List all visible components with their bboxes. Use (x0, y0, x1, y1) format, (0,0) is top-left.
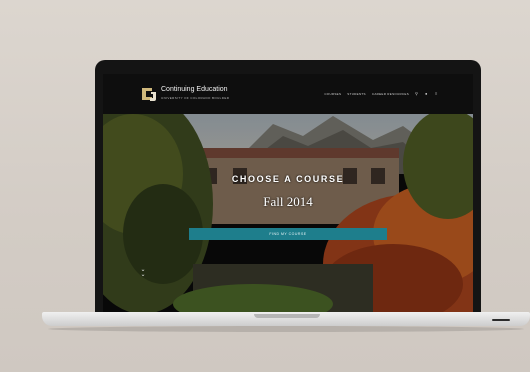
laptop-screen: Continuing Education UNIVERSITY OF COLOR… (103, 74, 473, 312)
search-icon[interactable]: ⚲ (415, 92, 419, 96)
nav-item-courses[interactable]: COURSES (324, 92, 341, 96)
brand-title[interactable]: Continuing Education (161, 86, 228, 94)
main-nav: COURSES STUDENTS CAREER RESOURCES ⚲ ● ≡ (324, 92, 439, 97)
nav-item-career-resources[interactable]: CAREER RESOURCES (372, 92, 409, 96)
hero-headline: CHOOSE A COURSE (231, 174, 345, 184)
laptop-shadow (48, 326, 524, 332)
laptop-edge (492, 319, 510, 321)
laptop-notch (254, 314, 320, 318)
hero-photo (103, 114, 473, 312)
site-header: Continuing Education UNIVERSITY OF COLOR… (103, 74, 473, 114)
chevron-down-icon[interactable]: ⌄ ⌄ (139, 267, 147, 278)
nav-item-students[interactable]: STUDENTS (347, 92, 366, 96)
find-my-course-button[interactable]: FIND MY COURSE (189, 228, 387, 240)
user-icon[interactable]: ● (425, 92, 429, 96)
hero-term: Fall 2014 (263, 194, 313, 209)
menu-icon[interactable]: ≡ (435, 92, 439, 96)
cu-logo[interactable] (139, 85, 159, 103)
hero-banner: CHOOSE A COURSE Fall 2014 FIND MY COURSE… (103, 114, 473, 312)
brand-subtitle: UNIVERSITY OF COLORADO BOULDER (161, 96, 230, 100)
